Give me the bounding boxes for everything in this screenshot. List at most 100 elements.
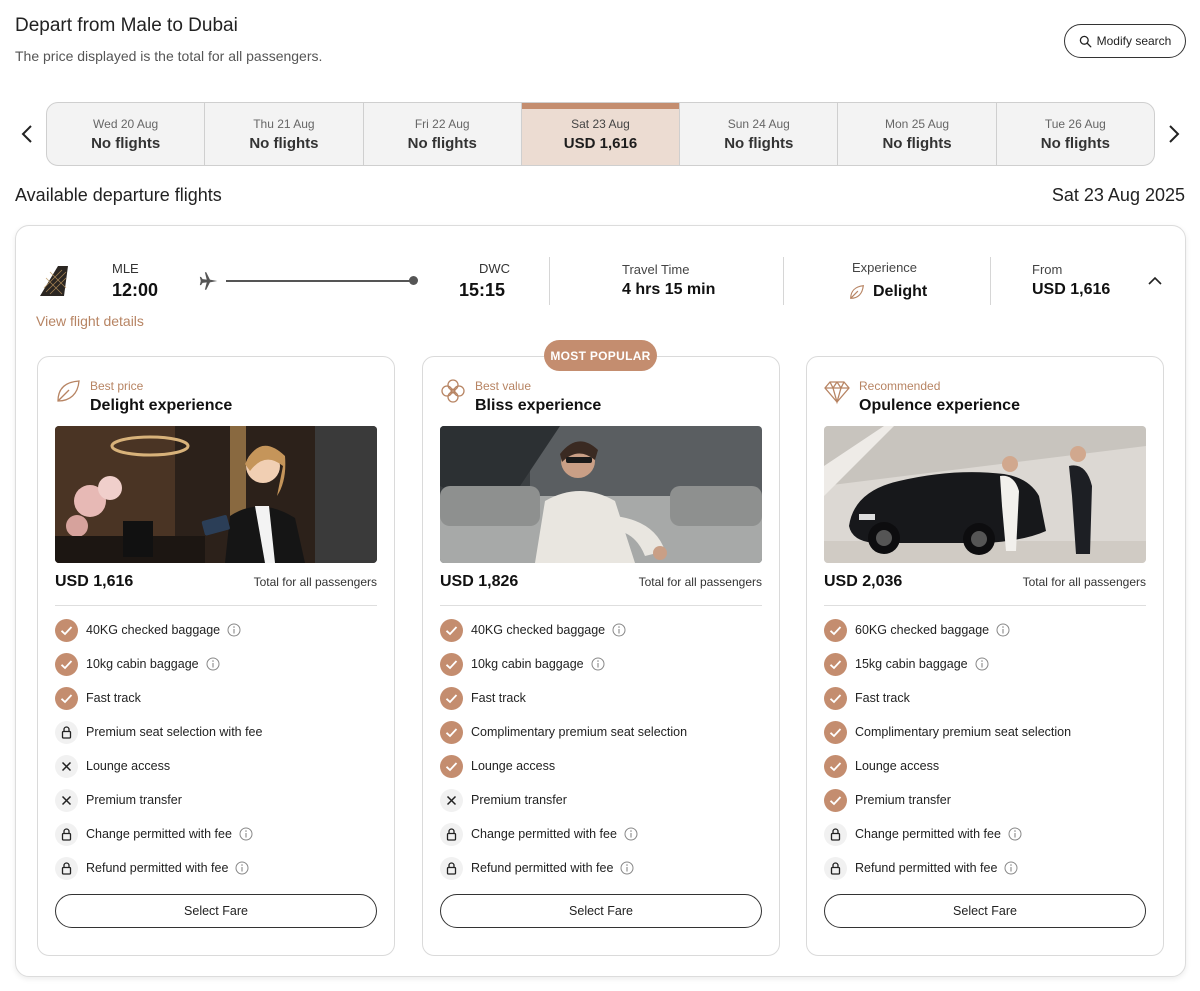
feature-item: Premium transfer	[440, 788, 567, 812]
feature-label: 40KG checked baggage	[86, 623, 221, 637]
divider	[824, 605, 1146, 606]
feature-item: Change permitted with fee	[55, 822, 253, 846]
info-icon[interactable]	[624, 827, 638, 841]
feature-item: 15kg cabin baggage	[824, 652, 989, 676]
date-tab[interactable]: Thu 21 Aug No flights	[205, 103, 364, 165]
date-price: No flights	[249, 134, 319, 152]
plane-icon	[199, 272, 218, 290]
feature-item: 40KG checked baggage	[55, 618, 241, 642]
checkmark-icon	[824, 788, 847, 812]
info-icon[interactable]	[612, 623, 626, 637]
info-icon[interactable]	[1008, 827, 1022, 841]
checkmark-icon	[440, 618, 463, 642]
date-tab[interactable]: Fri 22 Aug No flights	[364, 103, 522, 165]
info-icon[interactable]	[620, 861, 634, 875]
info-icon[interactable]	[591, 657, 605, 671]
chevron-up-icon[interactable]	[1146, 273, 1164, 287]
fare-card-opulence: Recommended Opulence experience USD 2,03…	[806, 356, 1164, 956]
feature-label: Complimentary premium seat selection	[855, 725, 1072, 739]
from-price: USD 1,616	[1032, 281, 1111, 298]
date-price: USD 1,616	[563, 134, 638, 152]
feature-label: Change permitted with fee	[855, 827, 1001, 841]
divider	[55, 605, 377, 606]
feature-label: Lounge access	[86, 759, 171, 773]
feature-item: 10kg cabin baggage	[440, 652, 605, 676]
travel-time-label: Travel Time	[622, 262, 690, 277]
info-icon[interactable]	[235, 861, 249, 875]
date-tab[interactable]: Mon 25 Aug No flights	[838, 103, 997, 165]
feature-label: Premium transfer	[86, 793, 182, 807]
date-label: Fri 22 Aug	[414, 116, 470, 131]
fare-name: Delight experience	[90, 397, 233, 414]
feature-item: Lounge access	[55, 754, 170, 778]
from-label: From	[1032, 262, 1063, 277]
date-tab-selected[interactable]: Sat 23 Aug USD 1,616	[521, 103, 681, 165]
origin-code: MLE	[112, 261, 139, 276]
checkmark-icon	[440, 686, 463, 710]
divider	[549, 257, 550, 305]
date-tab[interactable]: Tue 26 Aug No flights	[997, 103, 1154, 165]
modify-search-button[interactable]: Modify search	[1064, 24, 1186, 58]
close-icon	[440, 788, 463, 812]
date-tab[interactable]: Wed 20 Aug No flights	[47, 103, 206, 165]
fare-price: USD 2,036	[824, 573, 903, 590]
prev-dates-button[interactable]	[17, 120, 37, 148]
fare-tag: Best price	[90, 379, 144, 393]
view-flight-details-link[interactable]: View flight details	[36, 313, 144, 329]
feature-label: Refund permitted with fee	[86, 861, 229, 875]
feature-label: Change permitted with fee	[86, 827, 232, 841]
diamond-icon	[824, 381, 850, 405]
next-dates-button[interactable]	[1164, 120, 1184, 148]
feature-item: Refund permitted with fee	[55, 856, 249, 880]
select-fare-button[interactable]: Select Fare	[824, 894, 1146, 928]
date-tab[interactable]: Sun 24 Aug No flights	[680, 103, 839, 165]
chevron-left-icon	[21, 125, 32, 143]
feature-label: Fast track	[86, 691, 141, 705]
feature-label: Fast track	[471, 691, 526, 705]
feature-label: 15kg cabin baggage	[855, 657, 968, 671]
info-icon[interactable]	[227, 623, 241, 637]
feature-item: Fast track	[440, 686, 526, 710]
select-fare-button[interactable]: Select Fare	[440, 894, 762, 928]
lock-icon	[55, 720, 78, 744]
date-price: No flights	[91, 134, 161, 152]
feature-label: Premium transfer	[471, 793, 567, 807]
info-icon[interactable]	[239, 827, 253, 841]
close-icon	[55, 754, 78, 778]
feature-item: 60KG checked baggage	[824, 618, 1010, 642]
date-selector: Wed 20 Aug No flights Thu 21 Aug No flight…	[46, 102, 1155, 166]
info-icon[interactable]	[996, 623, 1010, 637]
select-fare-button[interactable]: Select Fare	[55, 894, 377, 928]
info-icon[interactable]	[1004, 861, 1018, 875]
date-price: No flights	[1040, 134, 1110, 152]
fare-card-bliss: Best value Bliss experience USD 1,826 To…	[422, 356, 780, 956]
fare-name: Bliss experience	[475, 397, 602, 414]
divider	[783, 257, 784, 305]
feature-label: Refund permitted with fee	[855, 861, 998, 875]
checkmark-icon	[440, 720, 463, 744]
feature-label: Fast track	[855, 691, 910, 705]
divider	[990, 257, 991, 305]
checkmark-icon	[55, 652, 78, 676]
feature-label: Complimentary premium seat selection	[471, 725, 688, 739]
info-icon[interactable]	[206, 657, 220, 671]
feature-item: Fast track	[824, 686, 910, 710]
feature-item: Premium transfer	[55, 788, 182, 812]
airline-tail-logo	[40, 266, 68, 296]
fare-total-label: Total for all passengers	[1022, 575, 1146, 589]
info-icon[interactable]	[975, 657, 989, 671]
fare-total-label: Total for all passengers	[638, 575, 762, 589]
feature-item: 10kg cabin baggage	[55, 652, 220, 676]
date-price: No flights	[882, 134, 952, 152]
checkmark-icon	[824, 652, 847, 676]
feature-item: Change permitted with fee	[440, 822, 638, 846]
feature-item: Complimentary premium seat selection	[440, 720, 687, 744]
modify-search-label: Modify search	[1096, 34, 1172, 48]
checkmark-icon	[824, 754, 847, 778]
feature-label: Premium transfer	[855, 793, 951, 807]
page-subtitle: The price displayed is the total for all…	[15, 48, 323, 64]
fare-price: USD 1,826	[440, 573, 519, 590]
fare-total-label: Total for all passengers	[253, 575, 377, 589]
fare-tag: Recommended	[859, 379, 941, 393]
leaf-icon	[850, 285, 864, 299]
